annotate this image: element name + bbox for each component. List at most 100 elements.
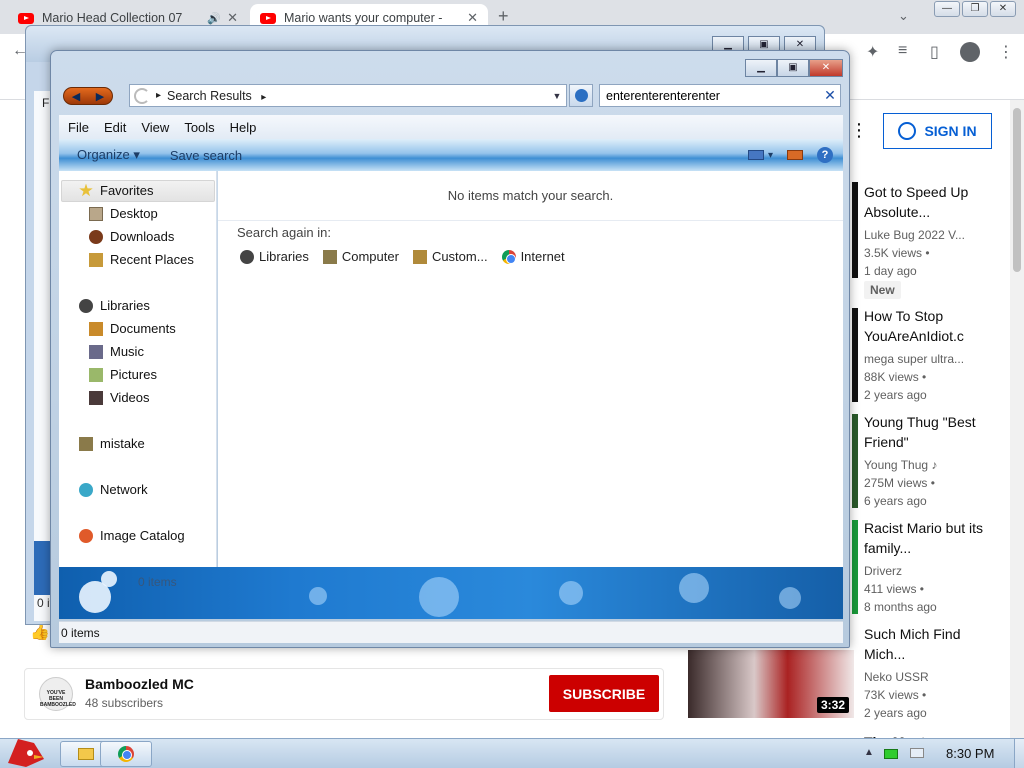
nav-favorites[interactable]: Favorites bbox=[79, 183, 153, 198]
close-window-button[interactable]: ✕ bbox=[809, 59, 843, 77]
search-again-libraries[interactable]: Libraries bbox=[240, 249, 309, 264]
taskbar-chrome-button[interactable] bbox=[100, 741, 152, 767]
video-thumbnail[interactable] bbox=[852, 182, 858, 278]
minimize-button[interactable]: ▁ bbox=[745, 59, 777, 77]
view-count: 411 views • bbox=[864, 582, 925, 596]
profile-avatar[interactable] bbox=[960, 42, 980, 62]
nav-libraries[interactable]: Libraries bbox=[79, 298, 150, 313]
address-bar[interactable]: ▸ Search Results ▸ ▼ bbox=[129, 84, 567, 107]
scrollbar-thumb[interactable] bbox=[1013, 108, 1021, 272]
subscribe-button[interactable]: SUBSCRIBE bbox=[549, 675, 659, 712]
extensions-icon[interactable]: ✦ bbox=[866, 42, 879, 62]
libraries-icon bbox=[240, 249, 254, 264]
channel-name[interactable]: mega super ultra... bbox=[864, 350, 964, 368]
recommendation-item[interactable]: Such Mich Find Mich... Neko USSR 73K vie… bbox=[852, 622, 1002, 722]
video-thumbnail[interactable] bbox=[852, 414, 858, 508]
menu-file[interactable]: F bbox=[42, 96, 49, 110]
video-thumbnail[interactable] bbox=[852, 520, 858, 614]
menu-edit[interactable]: Edit bbox=[104, 120, 126, 135]
help-icon[interactable]: ? bbox=[817, 147, 833, 163]
breadcrumb-arrow-icon[interactable]: ▸ bbox=[261, 92, 266, 103]
search-again-computer[interactable]: Computer bbox=[322, 249, 399, 264]
clear-search-icon[interactable]: ✕ bbox=[820, 87, 840, 104]
nav-label: mistake bbox=[100, 436, 145, 451]
save-search-button[interactable]: Save search bbox=[170, 148, 242, 163]
nav-desktop[interactable]: Desktop bbox=[89, 206, 158, 221]
search-input[interactable] bbox=[606, 88, 820, 103]
nav-downloads[interactable]: Downloads bbox=[89, 229, 174, 244]
video-title[interactable]: Such Mich Find Mich... bbox=[864, 624, 1004, 664]
breadcrumb-arrow-icon[interactable]: ▸ bbox=[156, 90, 161, 101]
view-dropdown-icon[interactable]: ▾ bbox=[768, 150, 773, 161]
nav-homegroup[interactable]: mistake bbox=[79, 436, 145, 451]
chrome-menu-icon[interactable]: ⋮ bbox=[998, 42, 1014, 62]
channel-name[interactable]: Driverz bbox=[864, 562, 902, 580]
battery-icon[interactable] bbox=[884, 749, 898, 759]
back-arrow-icon[interactable]: ◀ bbox=[72, 90, 80, 103]
network-tray-icon[interactable] bbox=[910, 748, 924, 758]
clock[interactable]: 8:30 PM bbox=[946, 746, 994, 761]
search-again-custom[interactable]: Custom... bbox=[412, 249, 488, 264]
page-scrollbar[interactable] bbox=[1010, 100, 1024, 740]
close-tab-icon[interactable]: ✕ bbox=[467, 10, 478, 26]
nav-videos[interactable]: Videos bbox=[89, 390, 150, 405]
speaker-icon[interactable]: 🔊 bbox=[207, 12, 221, 25]
sign-in-button[interactable]: SIGN IN bbox=[883, 113, 992, 149]
menu-tools[interactable]: Tools bbox=[184, 120, 214, 135]
forward-arrow-icon[interactable]: ▶ bbox=[96, 90, 104, 103]
video-title[interactable]: Got to Speed Up Absolute... bbox=[864, 182, 1004, 222]
new-tab-button[interactable]: + bbox=[498, 6, 509, 27]
nav-recent-places[interactable]: Recent Places bbox=[89, 252, 194, 267]
side-panel-icon[interactable]: ▯ bbox=[930, 42, 939, 62]
like-icon[interactable]: 👍 bbox=[30, 622, 50, 642]
video-thumbnail[interactable] bbox=[852, 308, 858, 402]
explorer-window[interactable]: ▁ ▣ ✕ ◀ ▶ ▸ Search Results ▸ ▼ ✕ File Ed… bbox=[50, 50, 850, 648]
start-button-angry-bird-icon[interactable] bbox=[4, 733, 48, 768]
tab-search-button[interactable]: ⌄ bbox=[898, 8, 909, 24]
menu-file[interactable]: File bbox=[68, 120, 89, 135]
menu-help[interactable]: Help bbox=[230, 120, 257, 135]
recommendation-item[interactable]: Young Thug "Best Friend" Young Thug ♪ 27… bbox=[852, 410, 1002, 510]
more-options-icon[interactable]: ⋮ bbox=[850, 120, 868, 141]
channel-name[interactable]: Young Thug ♪ bbox=[864, 456, 937, 474]
channel-name[interactable]: Neko USSR bbox=[864, 668, 929, 686]
video-title[interactable]: How To Stop YouAreAnIdiot.c bbox=[864, 306, 1004, 346]
nav-pictures[interactable]: Pictures bbox=[89, 367, 157, 382]
maximize-button[interactable]: ❐ bbox=[962, 1, 988, 17]
command-bar-right: ▾ ? bbox=[747, 147, 833, 163]
menu-view[interactable]: View bbox=[141, 120, 169, 135]
channel-name[interactable]: Bamboozled MC bbox=[85, 676, 194, 692]
media-controls-icon[interactable]: ≡ bbox=[898, 42, 907, 60]
nav-music[interactable]: Music bbox=[89, 344, 144, 359]
command-bar: Organize ▾ Save search ▾ ? bbox=[59, 139, 843, 171]
show-desktop-button[interactable] bbox=[1014, 739, 1024, 768]
nav-network[interactable]: Network bbox=[79, 482, 148, 497]
recommendation-item[interactable]: Got to Speed Up Absolute... Luke Bug 202… bbox=[852, 180, 1002, 280]
video-title[interactable]: Young Thug "Best Friend" bbox=[864, 412, 1004, 452]
refresh-button[interactable] bbox=[569, 84, 593, 107]
organize-button[interactable]: Organize ▾ bbox=[77, 147, 140, 163]
breadcrumb-search-results[interactable]: Search Results bbox=[167, 89, 252, 103]
window-controls: ▁ ▣ ✕ bbox=[745, 59, 843, 77]
internet-icon bbox=[501, 249, 516, 264]
change-view-icon[interactable] bbox=[747, 150, 764, 160]
recommendation-item[interactable]: How To Stop YouAreAnIdiot.c mega super u… bbox=[852, 304, 1002, 404]
close-window-button[interactable]: ✕ bbox=[990, 1, 1016, 17]
minimize-button[interactable]: — bbox=[934, 1, 960, 17]
upload-age: 2 years ago bbox=[864, 706, 927, 720]
tray-overflow-icon[interactable]: ▲ bbox=[864, 747, 874, 758]
search-again-internet[interactable]: Internet bbox=[501, 249, 565, 264]
video-title[interactable]: Racist Mario but its family... bbox=[864, 518, 1004, 558]
channel-name[interactable]: Luke Bug 2022 V... bbox=[864, 226, 965, 244]
breadcrumb[interactable]: Search Results ▸ bbox=[167, 89, 548, 103]
search-box[interactable]: ✕ bbox=[599, 84, 841, 107]
preview-pane-icon[interactable] bbox=[787, 150, 803, 160]
maximize-button[interactable]: ▣ bbox=[777, 59, 809, 77]
recommendation-item[interactable]: Racist Mario but its family... Driverz 4… bbox=[852, 516, 1002, 616]
channel-avatar[interactable]: YOU'VE BEEN BAMBOOZLED bbox=[39, 677, 76, 711]
nav-image-catalog[interactable]: Image Catalog bbox=[79, 528, 185, 543]
nav-documents[interactable]: Documents bbox=[89, 321, 176, 336]
close-tab-icon[interactable]: ✕ bbox=[227, 10, 238, 26]
upload-age: 8 months ago bbox=[864, 600, 937, 614]
address-dropdown-icon[interactable]: ▼ bbox=[548, 91, 566, 101]
